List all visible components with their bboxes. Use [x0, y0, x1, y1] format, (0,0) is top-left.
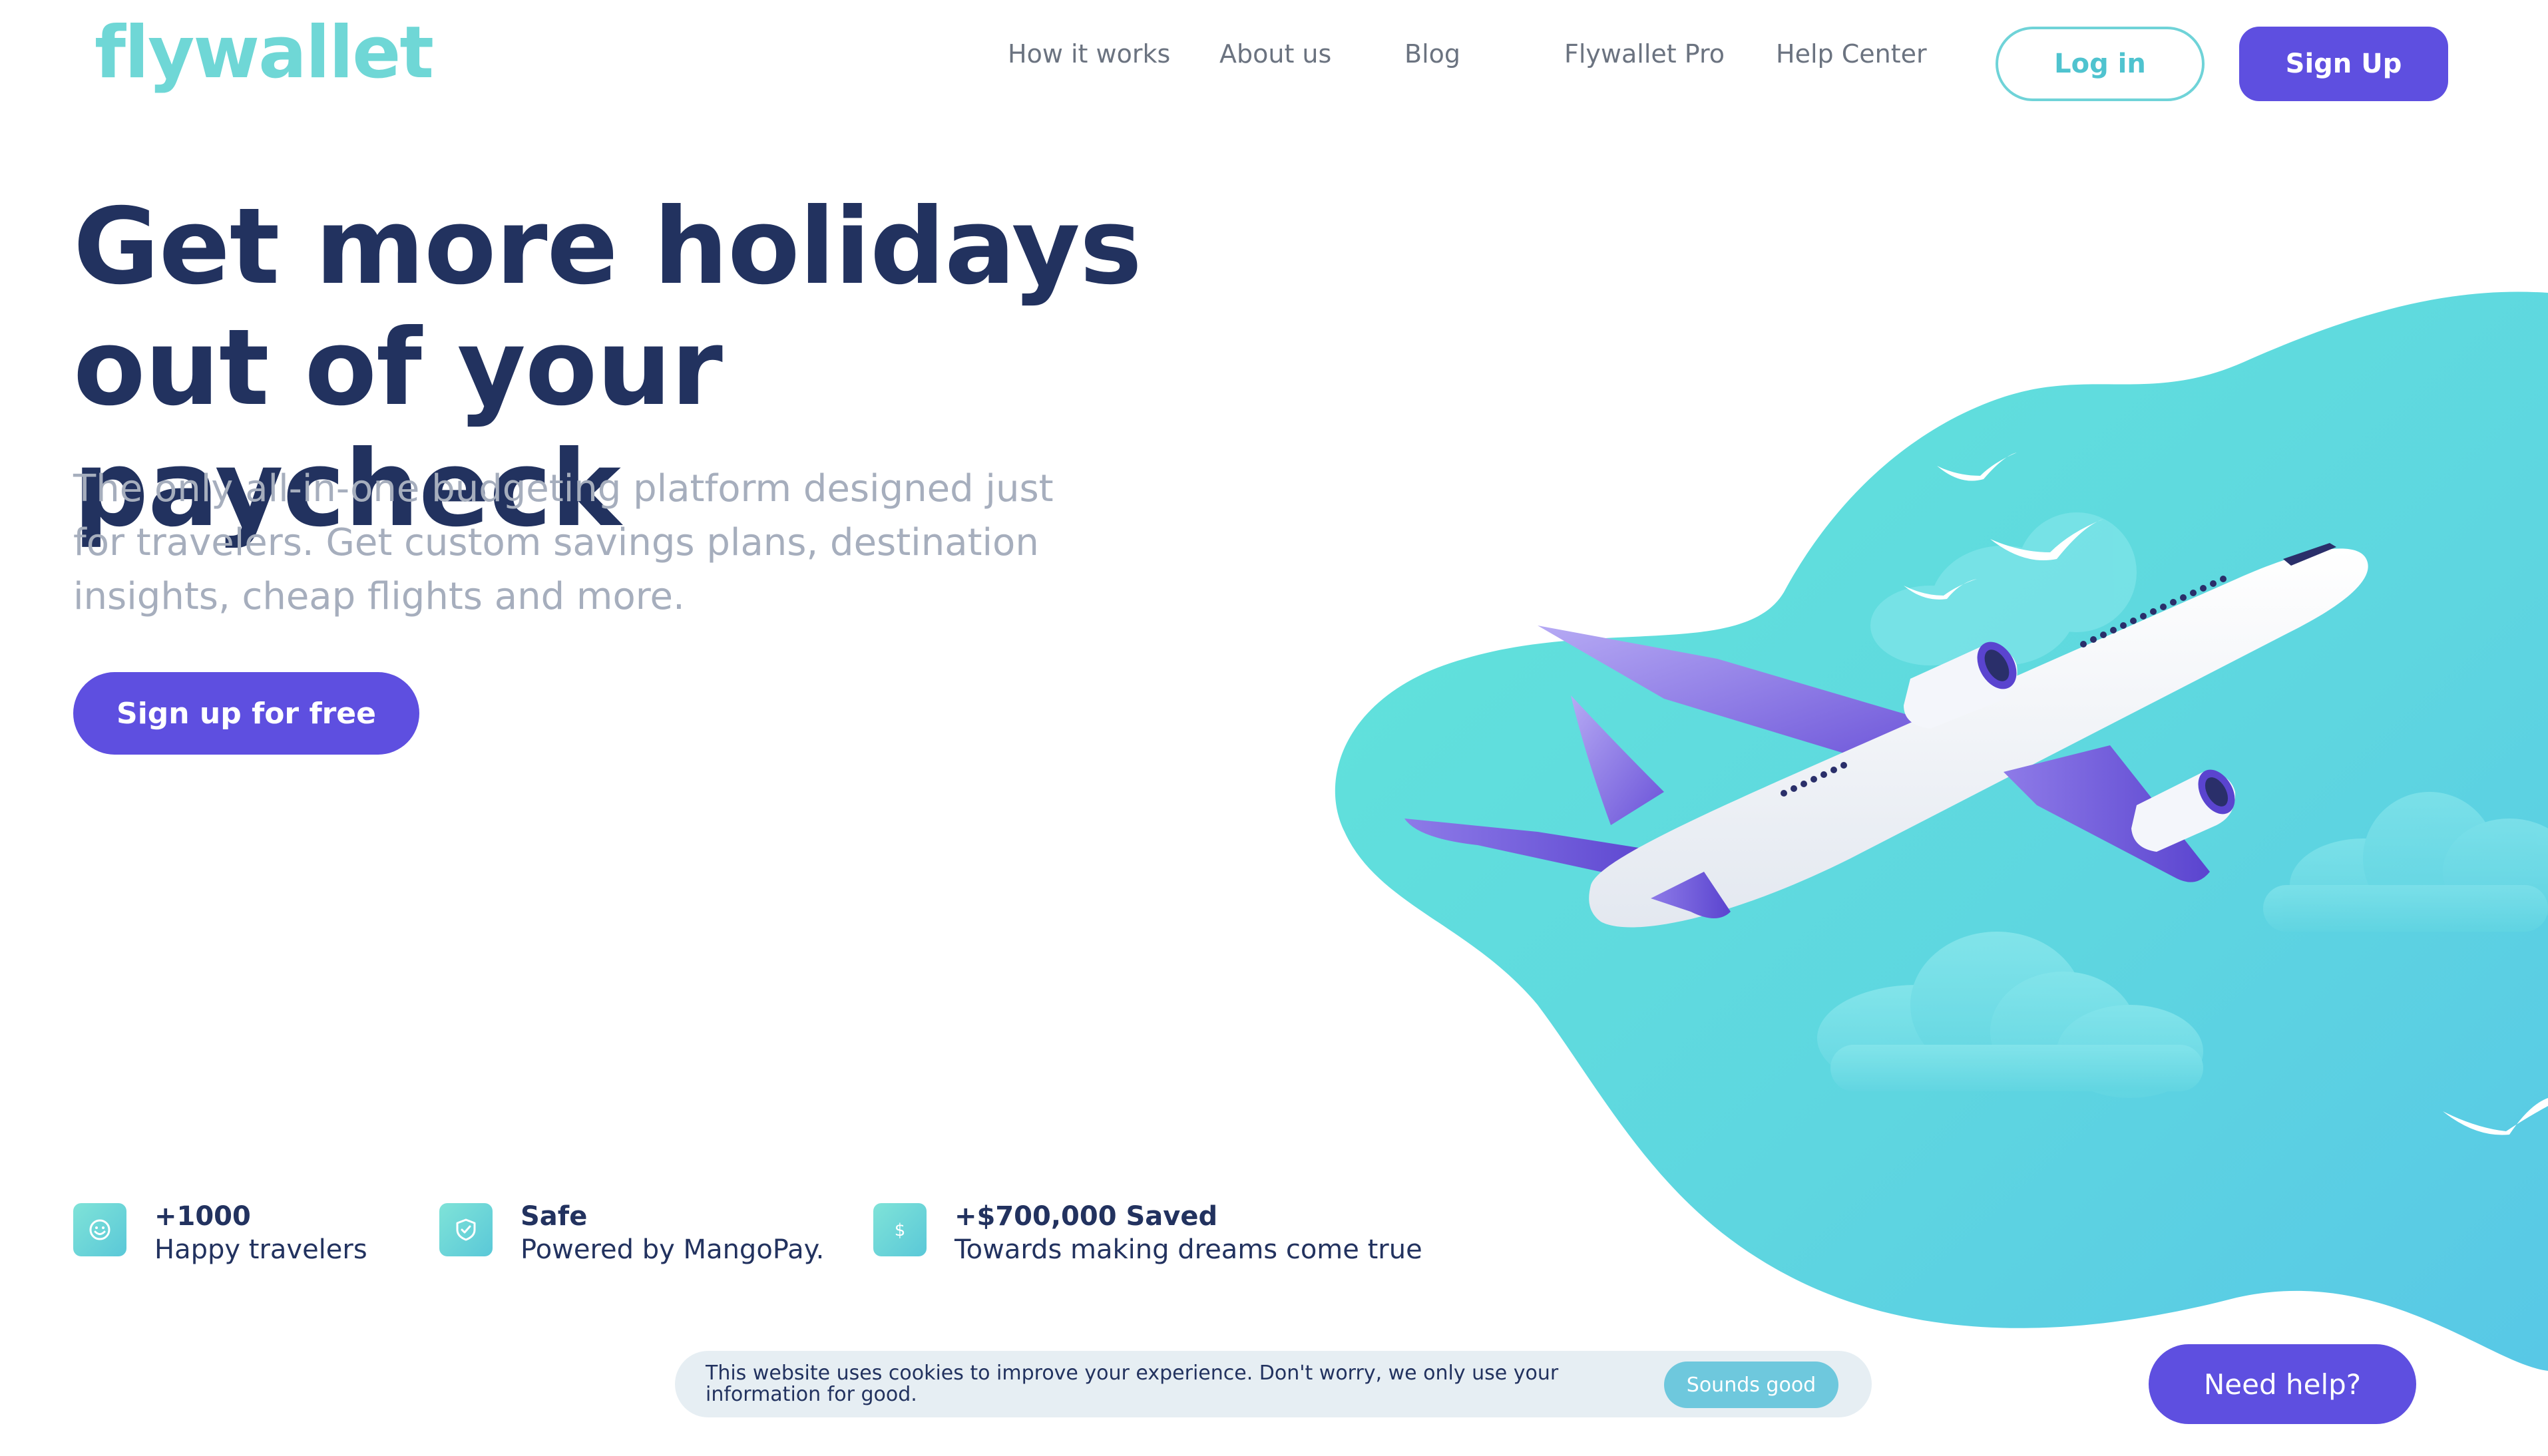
smiley-icon	[73, 1203, 126, 1256]
stat-saved-desc: Towards making dreams come true	[955, 1234, 1422, 1265]
nav-how-it-works[interactable]: How it works	[1008, 41, 1170, 67]
stat-travelers-title: +1000	[154, 1201, 251, 1232]
hero-subtitle-line-1: The only all-in-one budgeting platform d…	[73, 467, 1054, 510]
signup-button[interactable]: Sign Up	[2239, 27, 2448, 101]
nav-help-center[interactable]: Help Center	[1776, 41, 1927, 67]
cookie-banner: This website uses cookies to improve you…	[675, 1351, 1872, 1417]
shield-icon	[439, 1203, 493, 1256]
hero-title-line-1: Get more holidays	[73, 186, 1142, 308]
signup-free-button[interactable]: Sign up for free	[73, 672, 419, 755]
nav-blog[interactable]: Blog	[1404, 41, 1460, 67]
cookie-text: This website uses cookies to improve you…	[706, 1362, 1559, 1406]
nav-about-us[interactable]: About us	[1219, 41, 1331, 67]
hero-subtitle: The only all-in-one budgeting platform d…	[73, 462, 1058, 624]
stat-safe-title: Safe	[521, 1201, 588, 1232]
cookie-accept-button[interactable]: Sounds good	[1664, 1362, 1838, 1408]
stat-saved-title: +$700,000 Saved	[955, 1201, 1218, 1232]
page: flywallet How it works About us Blog Fly…	[0, 0, 2548, 1456]
need-help-button[interactable]: Need help?	[2149, 1344, 2416, 1424]
stat-safe-desc: Powered by MangoPay.	[521, 1234, 825, 1265]
hero-subtitle-line-2: for travelers. Get custom savings plans,…	[73, 521, 1039, 564]
nav-flywallet-pro[interactable]: Flywallet Pro	[1564, 41, 1725, 67]
logo[interactable]: flywallet	[95, 17, 434, 89]
hero-subtitle-line-3: insights, cheap flights and more.	[73, 575, 685, 618]
login-button[interactable]: Log in	[1996, 27, 2205, 101]
svg-text:$: $	[895, 1220, 906, 1240]
stat-travelers-desc: Happy travelers	[154, 1234, 367, 1265]
dollar-icon: $	[873, 1203, 927, 1256]
airplane-illustration	[1335, 291, 2548, 1371]
